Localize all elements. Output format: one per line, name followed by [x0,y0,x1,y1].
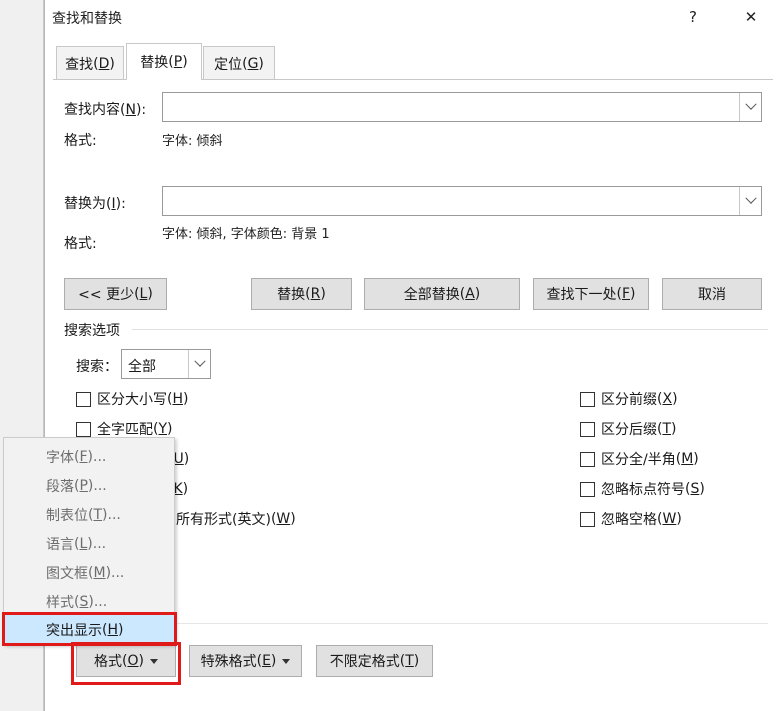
match-prefix-checkbox[interactable]: 区分前缀(X) [580,388,678,410]
checkbox-box[interactable] [76,391,91,407]
tab-find-key: D [98,55,110,72]
no-formatting-button[interactable]: 不限定格式(T) [316,645,433,677]
checkbox-box[interactable] [76,421,91,437]
dialog-title: 查找和替换 [52,11,122,27]
search-direction-label: 搜索： [76,359,118,375]
ignore-punctuation-checkbox[interactable]: 忽略标点符号(S) [580,478,705,500]
replace-format-value: 字体: 倾斜, 字体颜色: 背景 1 [162,227,330,242]
replace-button[interactable]: 替换(R) [251,278,352,310]
tab-goto[interactable]: 定位(G) [203,46,275,80]
find-next-button[interactable]: 查找下一处(F) [533,278,649,310]
match-suffix-checkbox[interactable]: 区分后缀(T) [580,418,677,440]
checkbox-box[interactable] [580,391,595,407]
find-what-label: 查找内容(N): [64,102,147,118]
menu-item-paragraph[interactable]: 段落(P)... [4,471,174,500]
cancel-button[interactable]: 取消 [662,278,762,310]
checkbox-box[interactable] [580,481,595,497]
replace-all-button[interactable]: 全部替换(A) [364,278,520,310]
replace-with-input[interactable] [163,187,733,215]
search-direction-select[interactable]: 全部 [121,349,211,379]
search-direction-value: 全部 [128,359,156,375]
ignore-whitespace-checkbox[interactable]: 忽略空格(W) [580,508,682,530]
replace-with-dropdown[interactable] [739,187,761,215]
menu-item-tabs[interactable]: 制表位(T)... [4,500,174,529]
format-button-annotation-box [71,642,181,685]
help-button[interactable]: ? [670,0,716,34]
checkbox-box[interactable] [580,451,595,467]
menu-item-frame[interactable]: 图文框(M)... [4,558,174,587]
chevron-down-icon [744,192,757,204]
find-what-combobox[interactable] [162,92,762,122]
replace-with-label: 替换为(I): [64,196,126,212]
menu-item-font[interactable]: 字体(F)... [4,442,174,471]
tab-find-label: 查找 [65,56,94,73]
close-button[interactable]: ✕ [728,0,774,34]
caret-down-icon [282,658,291,664]
tab-find[interactable]: 查找(D) [56,46,124,80]
search-options-divider [132,329,768,330]
all-word-forms-checkbox-partial[interactable]: 所有形式(英文)(W) [176,508,296,530]
menu-item-language[interactable]: 语言(L)... [4,529,174,558]
checkbox-box[interactable] [580,421,595,437]
highlight-annotation-box [2,612,177,646]
match-case-checkbox[interactable]: 区分大小写(H) [76,388,188,410]
tab-replace-label: 替换 [140,55,169,71]
chevron-down-icon [193,355,206,367]
special-format-button[interactable]: 特殊格式(E) [189,645,302,677]
tab-replace[interactable]: 替换(P) [126,43,202,80]
tab-replace-key: P [173,54,183,70]
chevron-down-icon [744,98,757,110]
checkbox-box[interactable] [580,511,595,527]
replace-with-combobox[interactable] [162,186,762,216]
search-direction-dropdown[interactable] [188,350,210,378]
replace-format-label: 格式: [64,236,97,252]
tab-goto-key: G [247,55,259,72]
find-what-dropdown[interactable] [739,93,761,121]
find-format-value: 字体: 倾斜 [162,134,223,149]
search-options-title: 搜索选项 [64,323,120,339]
tab-goto-label: 定位 [214,56,243,73]
find-what-input[interactable] [163,93,733,121]
match-width-checkbox[interactable]: 区分全/半角(M) [580,448,699,470]
find-format-label: 格式: [64,133,97,149]
less-button[interactable]: << 更少(L) [64,278,167,310]
